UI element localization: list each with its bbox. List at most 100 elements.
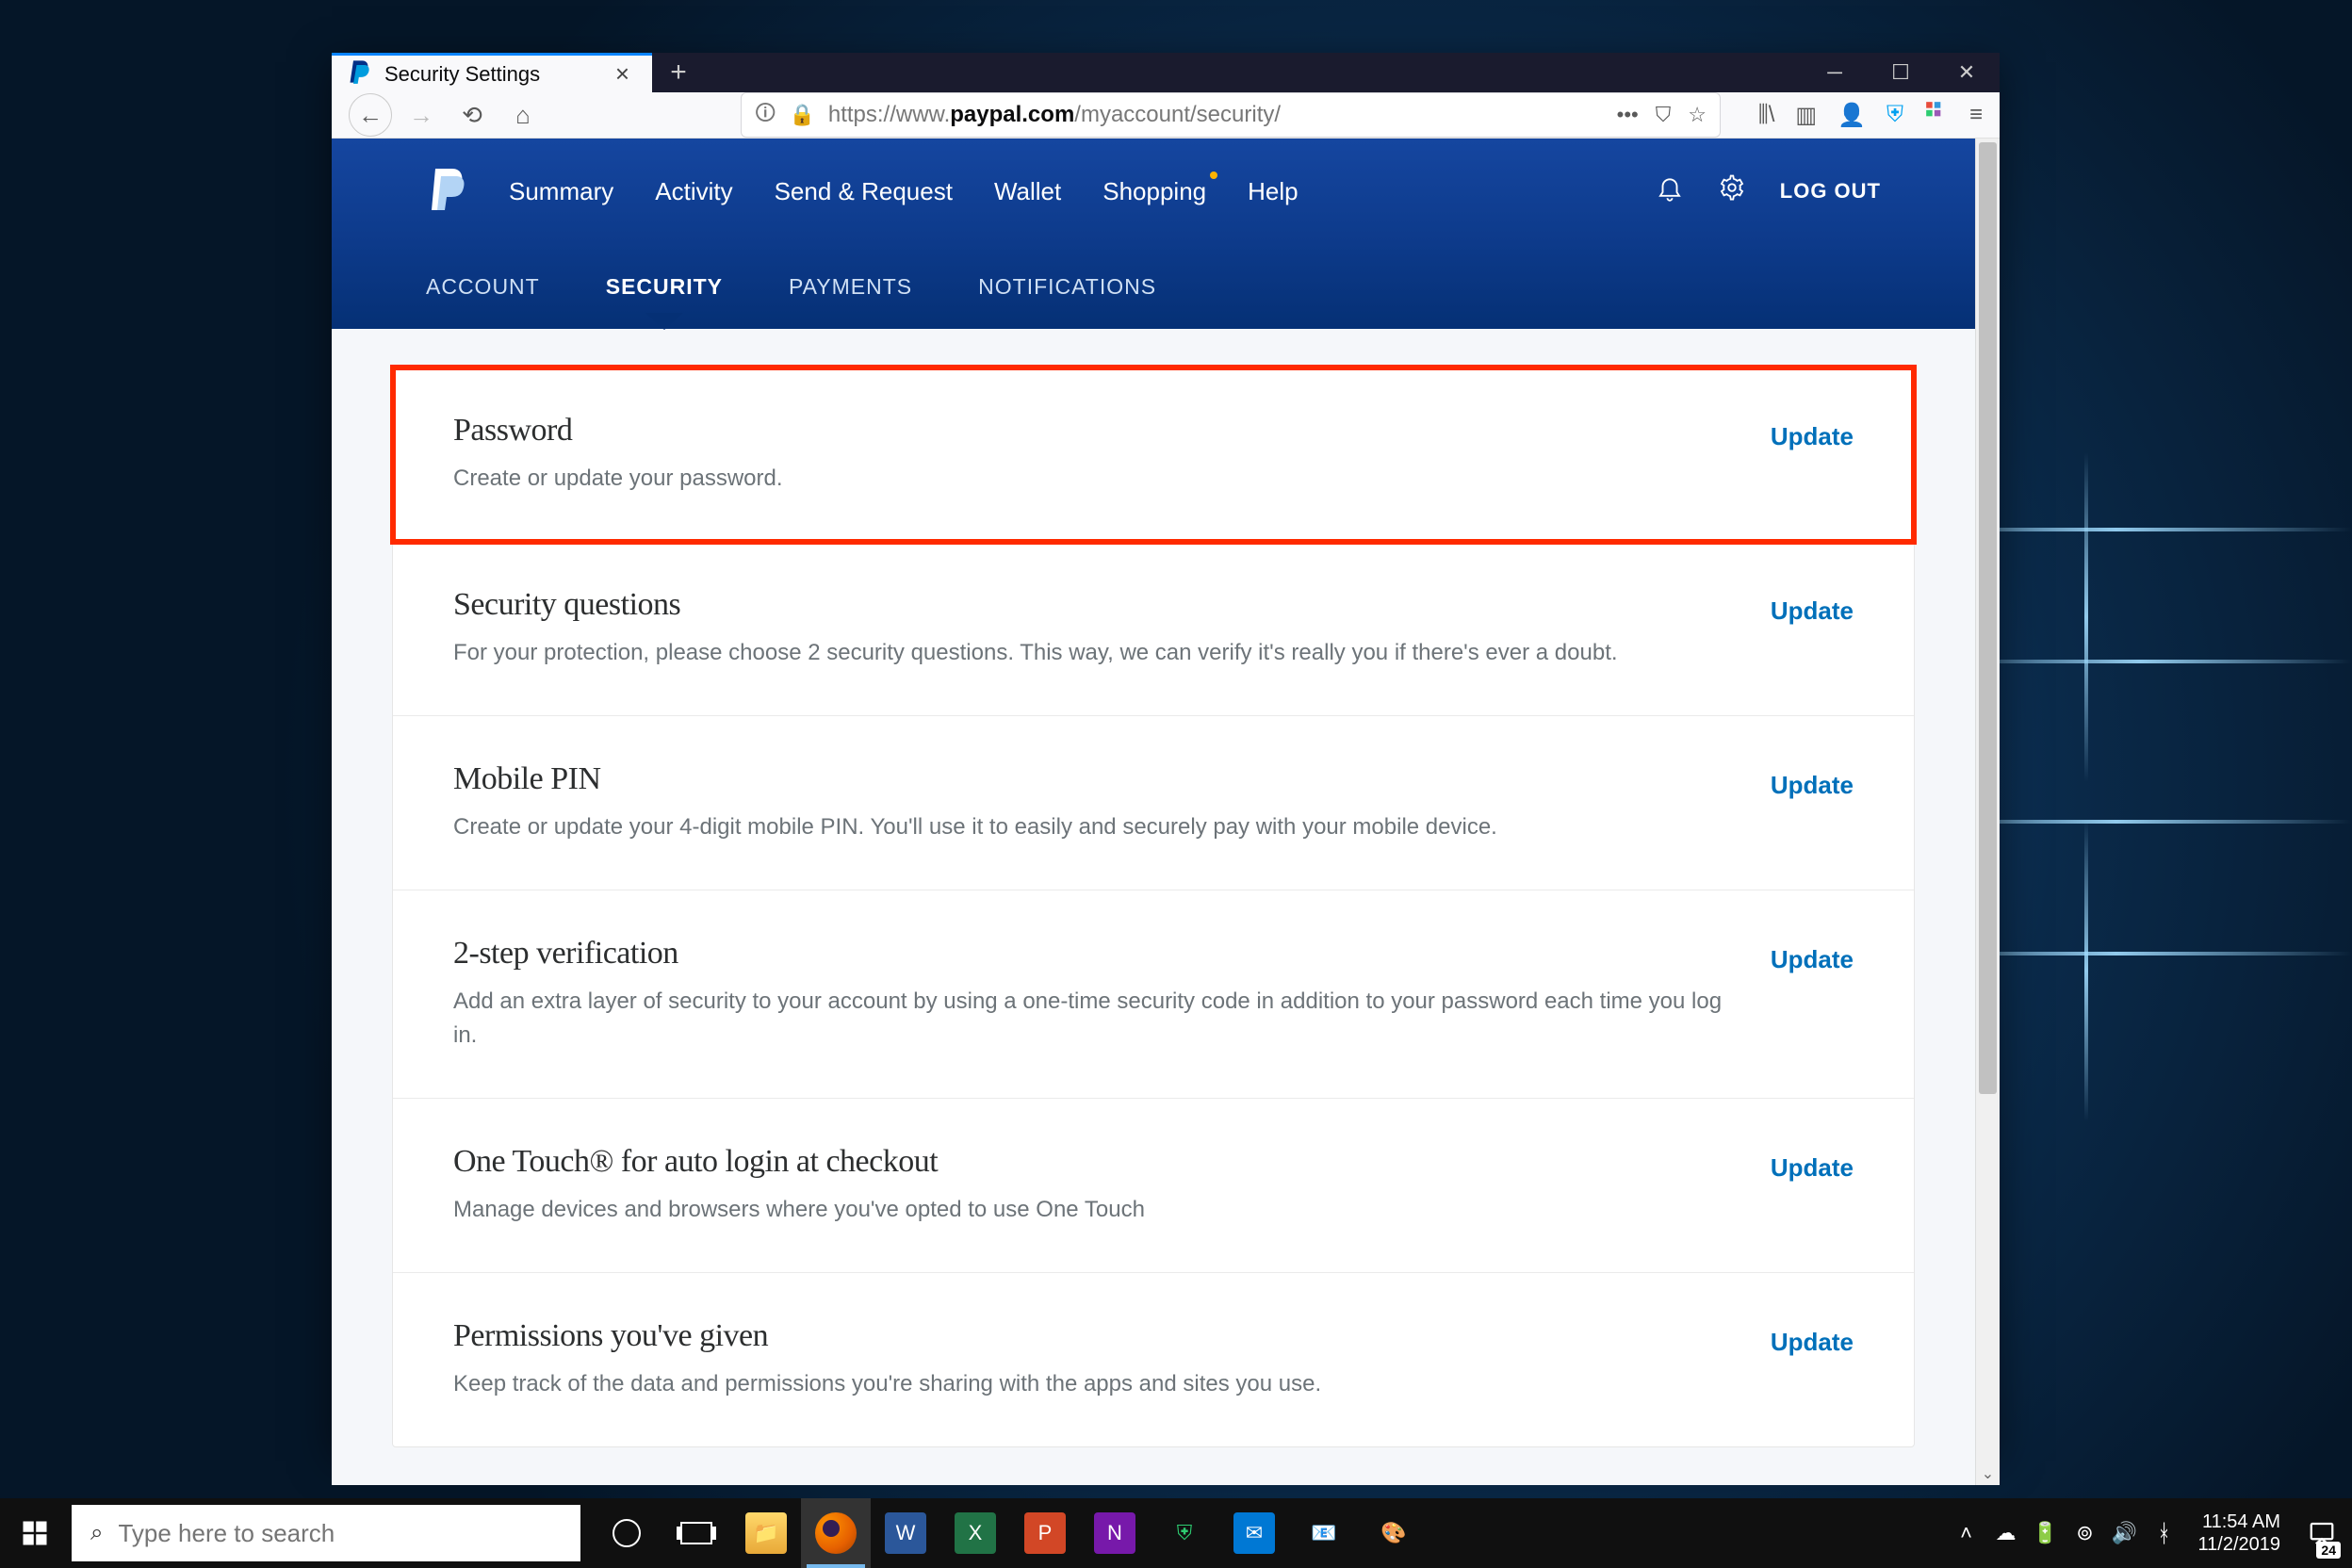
- item-desc: Create or update your 4-digit mobile PIN…: [453, 810, 1733, 844]
- cortana-icon[interactable]: [592, 1498, 662, 1568]
- scrollbar-down-icon[interactable]: ⌄: [1976, 1462, 2000, 1485]
- reload-button[interactable]: ⟲: [450, 93, 494, 137]
- notifications-bell-icon[interactable]: [1656, 173, 1684, 209]
- task-view-icon[interactable]: [662, 1498, 731, 1568]
- subnav-account[interactable]: ACCOUNT: [426, 274, 540, 300]
- browser-window: Security Settings × + ─ ☐ ✕ ← → ⟲ ⌂ 🛈 🔒 …: [332, 53, 2000, 1451]
- nav-activity[interactable]: Activity: [655, 177, 732, 206]
- security-item-password: Password Create or update your password.…: [393, 368, 1914, 542]
- item-title: Password: [453, 413, 1733, 449]
- update-questions-link[interactable]: Update: [1771, 596, 1854, 626]
- item-desc: Create or update your password.: [453, 462, 1733, 496]
- page-content: Summary Activity Send & Request Wallet S…: [332, 139, 1975, 1485]
- close-window-button[interactable]: ✕: [1934, 53, 2000, 92]
- item-desc: Manage devices and browsers where you've…: [453, 1193, 1733, 1227]
- scrollbar[interactable]: ⌄: [1975, 139, 2000, 1485]
- sidebar-icon[interactable]: ▥: [1795, 102, 1817, 129]
- excel-icon[interactable]: X: [940, 1498, 1010, 1568]
- tray-volume-icon[interactable]: 🔊: [2106, 1498, 2144, 1568]
- item-desc: Keep track of the data and permissions y…: [453, 1367, 1733, 1401]
- nav-help[interactable]: Help: [1248, 177, 1298, 206]
- nav-wallet[interactable]: Wallet: [994, 177, 1061, 206]
- item-title: Permissions you've given: [453, 1318, 1733, 1354]
- item-desc: Add an extra layer of security to your a…: [453, 985, 1733, 1053]
- word-icon[interactable]: W: [871, 1498, 940, 1568]
- search-icon: ⌕: [90, 1520, 103, 1546]
- taskbar: ⌕ 📁 W X P N ⛨ ✉ 📧 🎨 ˄ ☁ 🔋 ⊚ 🔊 ᚼ 11:54 AM…: [0, 1498, 2352, 1568]
- maximize-button[interactable]: ☐: [1868, 53, 1934, 92]
- file-explorer-icon[interactable]: 📁: [731, 1498, 801, 1568]
- outlook-icon[interactable]: ✉: [1219, 1498, 1289, 1568]
- paypal-favicon: [347, 61, 373, 88]
- paint-icon[interactable]: 🎨: [1359, 1498, 1429, 1568]
- defender-icon[interactable]: ⛨: [1150, 1498, 1219, 1568]
- scrollbar-thumb[interactable]: [1979, 142, 1997, 1094]
- account-icon[interactable]: 👤: [1838, 102, 1866, 129]
- subnav-payments[interactable]: PAYMENTS: [789, 274, 912, 300]
- tray-date-text: 11/2/2019: [2198, 1533, 2281, 1556]
- page-viewport: Summary Activity Send & Request Wallet S…: [332, 139, 2000, 1485]
- reader-mode-icon[interactable]: ⛉: [1656, 103, 1672, 127]
- item-title: One Touch® for auto login at checkout: [453, 1144, 1733, 1180]
- update-2step-link[interactable]: Update: [1771, 945, 1854, 974]
- powerpoint-icon[interactable]: P: [1010, 1498, 1080, 1568]
- update-password-link[interactable]: Update: [1771, 422, 1854, 451]
- update-permissions-link[interactable]: Update: [1771, 1328, 1854, 1357]
- logout-link[interactable]: LOG OUT: [1780, 179, 1881, 204]
- mail-icon[interactable]: 📧: [1289, 1498, 1359, 1568]
- extension-shield-icon[interactable]: ⛨: [1886, 102, 1903, 128]
- tray-wifi-icon[interactable]: ⊚: [2066, 1498, 2104, 1568]
- security-settings-body: Password Create or update your password.…: [332, 329, 1975, 1485]
- onenote-icon[interactable]: N: [1080, 1498, 1150, 1568]
- security-item-questions: Security questions For your protection, …: [393, 542, 1914, 716]
- taskbar-search[interactable]: ⌕: [72, 1505, 580, 1561]
- menu-icon[interactable]: ≡: [1969, 102, 1983, 128]
- library-icon[interactable]: ⫼\: [1758, 102, 1775, 128]
- forward-button[interactable]: →: [400, 93, 443, 137]
- nav-shopping[interactable]: Shopping: [1102, 177, 1206, 206]
- minimize-button[interactable]: ─: [1802, 53, 1868, 92]
- window-controls: ─ ☐ ✕: [1802, 53, 2000, 92]
- item-title: Security questions: [453, 587, 1733, 623]
- nav-summary[interactable]: Summary: [509, 177, 613, 206]
- paypal-sub-nav: ACCOUNT SECURITY PAYMENTS NOTIFICATIONS: [332, 244, 1975, 329]
- tray-clock[interactable]: 11:54 AM 11/2/2019: [2185, 1511, 2295, 1556]
- tray-onedrive-icon[interactable]: ☁: [1987, 1498, 2025, 1568]
- lock-icon: 🔒: [789, 103, 814, 127]
- home-button[interactable]: ⌂: [501, 93, 545, 137]
- start-button[interactable]: [0, 1498, 70, 1568]
- security-card: Password Create or update your password.…: [392, 367, 1915, 1447]
- firefox-icon[interactable]: [801, 1498, 871, 1568]
- new-tab-button[interactable]: +: [652, 53, 705, 92]
- subnav-notifications[interactable]: NOTIFICATIONS: [978, 274, 1156, 300]
- url-text: https://www.paypal.com/myaccount/securit…: [828, 102, 1604, 128]
- notification-badge: 24: [2316, 1542, 2341, 1559]
- system-tray: ˄ ☁ 🔋 ⊚ 🔊 ᚼ 11:54 AM 11/2/2019 24: [1948, 1498, 2352, 1568]
- tab-close-icon[interactable]: ×: [608, 56, 637, 92]
- paypal-logo[interactable]: [426, 165, 471, 218]
- security-item-permissions: Permissions you've given Keep track of t…: [393, 1273, 1914, 1446]
- nav-send-request[interactable]: Send & Request: [775, 177, 953, 206]
- tray-bluetooth-icon[interactable]: ᚼ: [2146, 1498, 2183, 1568]
- subnav-security[interactable]: SECURITY: [606, 274, 723, 300]
- update-pin-link[interactable]: Update: [1771, 771, 1854, 800]
- url-bar[interactable]: 🛈 🔒 https://www.paypal.com/myaccount/sec…: [741, 92, 1721, 138]
- item-desc: For your protection, please choose 2 sec…: [453, 636, 1733, 670]
- extension-grid-icon[interactable]: [1924, 100, 1949, 131]
- tray-battery-icon[interactable]: 🔋: [2027, 1498, 2065, 1568]
- item-title: 2-step verification: [453, 936, 1733, 972]
- site-info-icon[interactable]: 🛈: [755, 97, 776, 133]
- search-input[interactable]: [118, 1519, 562, 1548]
- settings-gear-icon[interactable]: [1718, 173, 1746, 209]
- security-item-2step: 2-step verification Add an extra layer o…: [393, 890, 1914, 1099]
- page-actions-icon[interactable]: •••: [1617, 103, 1639, 127]
- desktop-beam: [2084, 820, 2088, 1121]
- action-center-icon[interactable]: 24: [2295, 1498, 2348, 1568]
- bookmark-icon[interactable]: ☆: [1688, 103, 1707, 127]
- update-onetouch-link[interactable]: Update: [1771, 1153, 1854, 1183]
- back-button[interactable]: ←: [349, 93, 392, 137]
- desktop-beam: [2084, 452, 2088, 782]
- browser-tab[interactable]: Security Settings ×: [332, 53, 652, 92]
- security-item-mobile-pin: Mobile PIN Create or update your 4-digit…: [393, 716, 1914, 890]
- tray-chevron-icon[interactable]: ˄: [1948, 1498, 1985, 1568]
